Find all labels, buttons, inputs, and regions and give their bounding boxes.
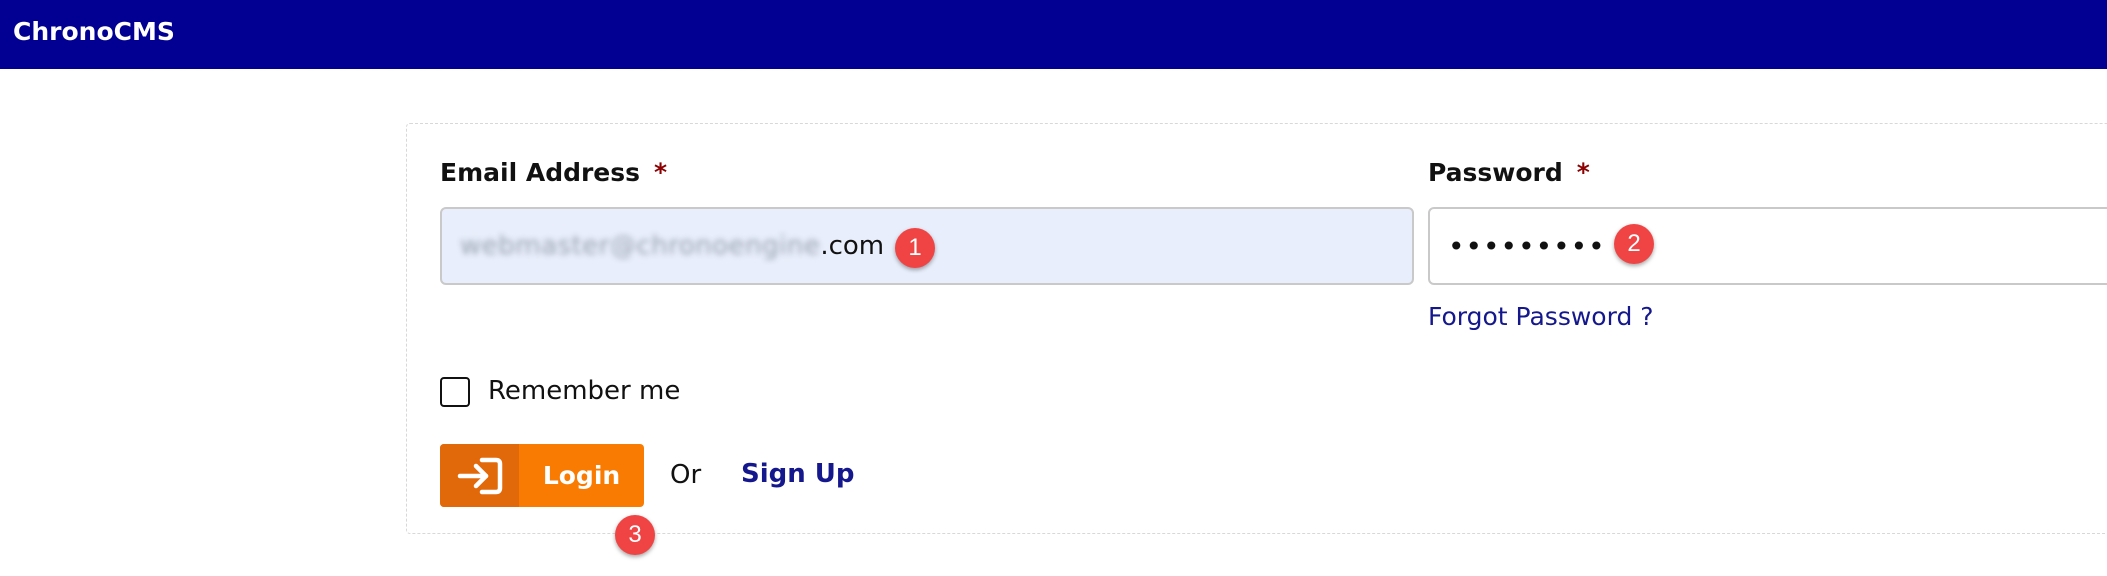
- forgot-password-link[interactable]: Forgot Password ?: [1428, 302, 1654, 331]
- password-label-text: Password: [1428, 158, 1563, 187]
- email-label: Email Address *: [440, 158, 667, 187]
- annotation-badge-3: 3: [615, 515, 655, 555]
- email-label-text: Email Address: [440, 158, 641, 187]
- sign-up-link[interactable]: Sign Up: [741, 459, 855, 489]
- top-bar: ChronoCMS: [0, 0, 2107, 69]
- login-button[interactable]: Login: [440, 444, 644, 507]
- required-marker: *: [1576, 158, 1590, 187]
- annotation-badge-1: 1: [895, 228, 935, 268]
- login-button-label: Login: [542, 461, 621, 490]
- password-label: Password *: [1428, 158, 1590, 187]
- remember-me-label[interactable]: Remember me: [488, 376, 680, 406]
- app-title: ChronoCMS: [13, 17, 175, 46]
- password-value: •••••••••: [1448, 229, 1606, 263]
- email-value-redacted: webmaster@chronoengine: [460, 231, 821, 261]
- email-value-domain: .com: [820, 231, 885, 261]
- or-text: Or: [670, 460, 702, 490]
- annotation-badge-2: 2: [1614, 224, 1654, 264]
- remember-me-checkbox[interactable]: [440, 377, 470, 407]
- password-field[interactable]: •••••••••: [1428, 207, 2107, 285]
- login-icon-container: [440, 444, 519, 507]
- required-marker: *: [654, 158, 668, 187]
- login-arrow-icon: [457, 457, 502, 494]
